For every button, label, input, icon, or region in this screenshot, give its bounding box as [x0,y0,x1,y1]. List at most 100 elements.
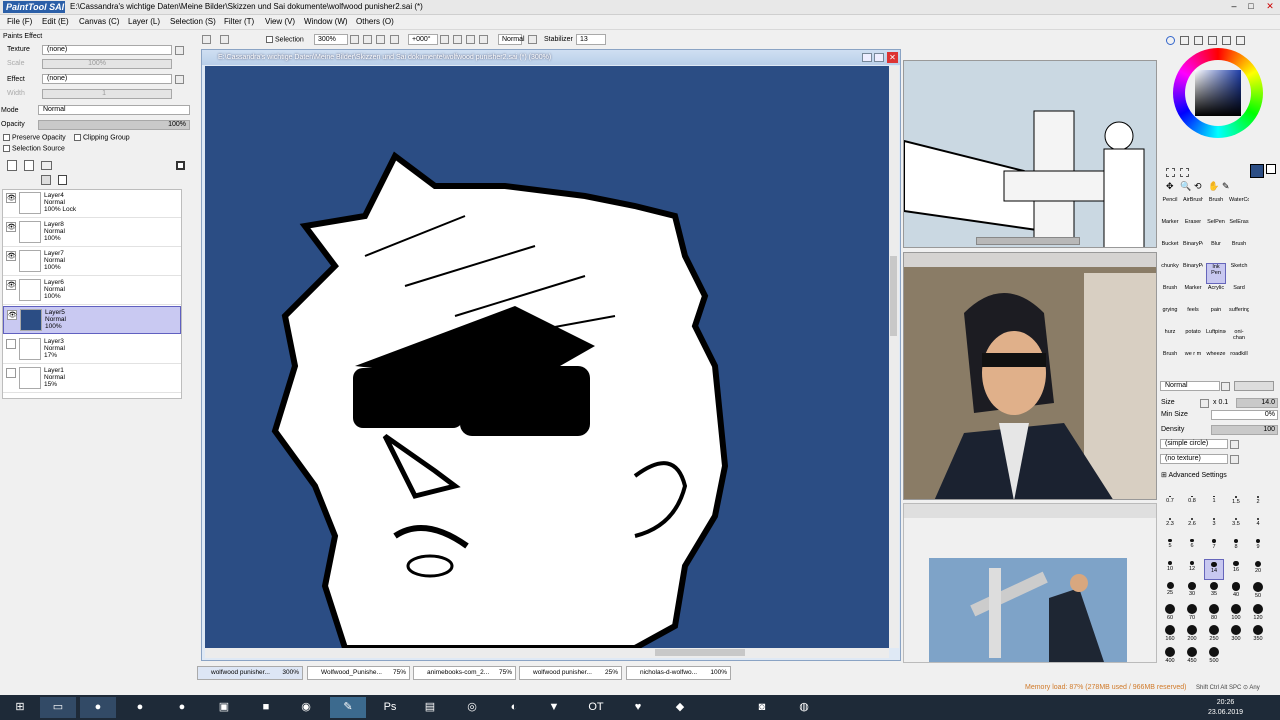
brush-size-preset[interactable]: 0.7 [1160,494,1180,515]
scratchpad-icon[interactable] [1222,36,1231,45]
current-color-swatch[interactable] [1250,164,1264,178]
brush-slot[interactable]: oni-chan [1229,329,1249,350]
brush-slot[interactable]: Eraser [1183,219,1203,240]
brush-slot[interactable]: potato [1183,329,1203,350]
reference-image-1[interactable] [903,60,1157,248]
brush-slot[interactable]: Sard [1229,285,1249,306]
brush-size-preset[interactable]: 9 [1248,537,1268,558]
layer-panel-toggle-icon[interactable] [176,161,185,170]
brush-size-preset[interactable]: 5 [1160,537,1180,558]
brush-slot[interactable]: Pencil [1160,197,1180,218]
brush-slot[interactable]: chunky [1160,263,1180,284]
layer-row[interactable]: 👁 Layer8 Normal 100% [3,219,181,247]
brush-slot[interactable]: Ink Pen [1206,263,1226,284]
zoom-dropdown-icon[interactable] [350,35,359,44]
firefox-icon[interactable]: ● [80,697,116,718]
app-icon-ot[interactable]: OT [578,697,614,718]
chrome-icon[interactable]: ◎ [454,697,490,718]
effect-select[interactable]: (none) [42,74,172,84]
brush-shape-dropdown-icon[interactable] [1230,440,1239,449]
file-explorer-icon[interactable]: ▭ [40,697,76,718]
menu-view[interactable]: View (V) [265,17,295,26]
document-tab[interactable]: wolfwood punisher... 25% [519,666,622,680]
brush-slot[interactable]: Brush [1160,351,1180,372]
start-button-icon[interactable]: ⊞ [2,697,38,718]
eyedropper-icon[interactable]: ✎ [1222,181,1230,192]
brush-size-preset[interactable]: 120 [1248,602,1268,623]
steam-icon[interactable]: ◉ [288,697,324,718]
scale-slider[interactable]: 100% [42,59,172,69]
brush-size-preset[interactable]: 2.3 [1160,516,1180,537]
app-icon-green[interactable]: ● [122,697,158,718]
blend-mode-select[interactable]: Normal [38,105,190,115]
hand-tool-icon[interactable]: ✋ [1208,181,1219,192]
brush-slot[interactable]: Acrylic [1206,285,1226,306]
brush-slot[interactable]: Blur [1206,241,1226,262]
rotate-tool-icon[interactable]: ⟲ [1194,181,1202,192]
brush-size-preset[interactable]: 20 [1248,559,1268,580]
vertical-scrollbar[interactable] [889,66,899,648]
undo-icon[interactable] [202,35,211,44]
texture-select[interactable]: (none) [42,45,172,55]
stabilizer-field[interactable]: 13 [576,34,606,45]
brush-slot[interactable]: roadkill [1229,351,1249,372]
preserve-opacity-checkbox[interactable]: Preserve Opacity [3,134,66,141]
brush-slot[interactable]: Brush [1229,241,1249,262]
layer-row[interactable]: 👁 Layer7 Normal 100% [3,248,181,276]
discord-icon[interactable]: ◙ [744,697,780,718]
brush-slot[interactable]: feels [1183,307,1203,328]
saturation-value-square[interactable] [1195,70,1241,116]
select-tool-icon[interactable] [1166,168,1175,177]
brush-blend-select[interactable]: Normal [1160,381,1220,391]
new-layer-icon[interactable] [7,160,17,171]
brush-slot[interactable]: Marker [1183,285,1203,306]
color-wheel-mode-icon[interactable] [1166,36,1175,45]
drawing-canvas[interactable] [205,66,889,648]
app-icon-blue[interactable]: ● [164,697,200,718]
brush-texture-dropdown-icon[interactable] [1230,455,1239,464]
width-slider[interactable]: 1 [42,89,172,99]
layer-row[interactable]: Layer1 Normal 15% [3,365,181,393]
canvas-maximize-icon[interactable] [874,53,884,62]
brush-slot[interactable]: Bucket [1160,241,1180,262]
brush-slot[interactable]: SelPen [1206,219,1226,240]
stabilizer-icon[interactable] [528,35,537,44]
brush-slot[interactable]: BinaryPe [1183,241,1203,262]
delete-layer-icon[interactable] [58,175,67,185]
canvas-minimize-icon[interactable] [862,53,872,62]
brush-blend-dropdown-icon[interactable] [1221,382,1230,391]
menu-edit[interactable]: Edit (E) [42,17,69,26]
brush-slot[interactable]: suffering [1229,307,1249,328]
brush-size-preset[interactable]: 400 [1160,645,1180,666]
rotate-reset-icon[interactable] [466,35,475,44]
brush-size-preset[interactable]: 40 [1226,580,1246,601]
photoshop-icon[interactable]: Ps [372,697,408,718]
eye-icon[interactable] [6,339,16,349]
maximize-icon[interactable]: □ [1243,0,1259,13]
brush-slot[interactable]: Brush [1160,285,1180,306]
brush-size-preset[interactable]: 450 [1182,645,1202,666]
brush-shape-select[interactable]: (simple circle) [1160,439,1228,449]
size-slider[interactable]: 14.0 [1236,398,1278,408]
menu-canvas[interactable]: Canvas (C) [79,17,119,26]
redo-icon[interactable] [220,35,229,44]
brush-size-preset[interactable]: 70 [1182,602,1202,623]
menu-file[interactable]: File (F) [7,17,32,26]
ref1-scrollbar[interactable] [976,237,1080,245]
close-icon[interactable]: ✕ [1262,0,1278,13]
brush-slot[interactable]: AirBrush [1183,197,1203,218]
layer-row[interactable]: 👁 Layer4 Normal 100% Lock [3,190,181,218]
zoom-tool-icon[interactable]: 🔍 [1180,181,1191,192]
clipping-group-checkbox[interactable]: Clipping Group [74,134,130,141]
brush-size-preset[interactable]: 4 [1248,516,1268,537]
merge-layer-icon[interactable] [41,175,51,185]
terminal-icon[interactable]: ▤ [412,697,448,718]
brush-texture-select[interactable]: (no texture) [1160,454,1228,464]
toolbar-mode-field[interactable]: Normal [498,34,525,45]
selection-source-checkbox[interactable]: Selection Source [3,145,65,152]
brush-size-preset[interactable]: 200 [1182,623,1202,644]
brush-size-preset[interactable]: 14 [1204,558,1224,580]
brush-size-preset[interactable]: 0.8 [1182,494,1202,515]
brush-shape-buttons[interactable] [1234,381,1274,391]
brush-slot[interactable]: Sketch [1229,263,1249,284]
